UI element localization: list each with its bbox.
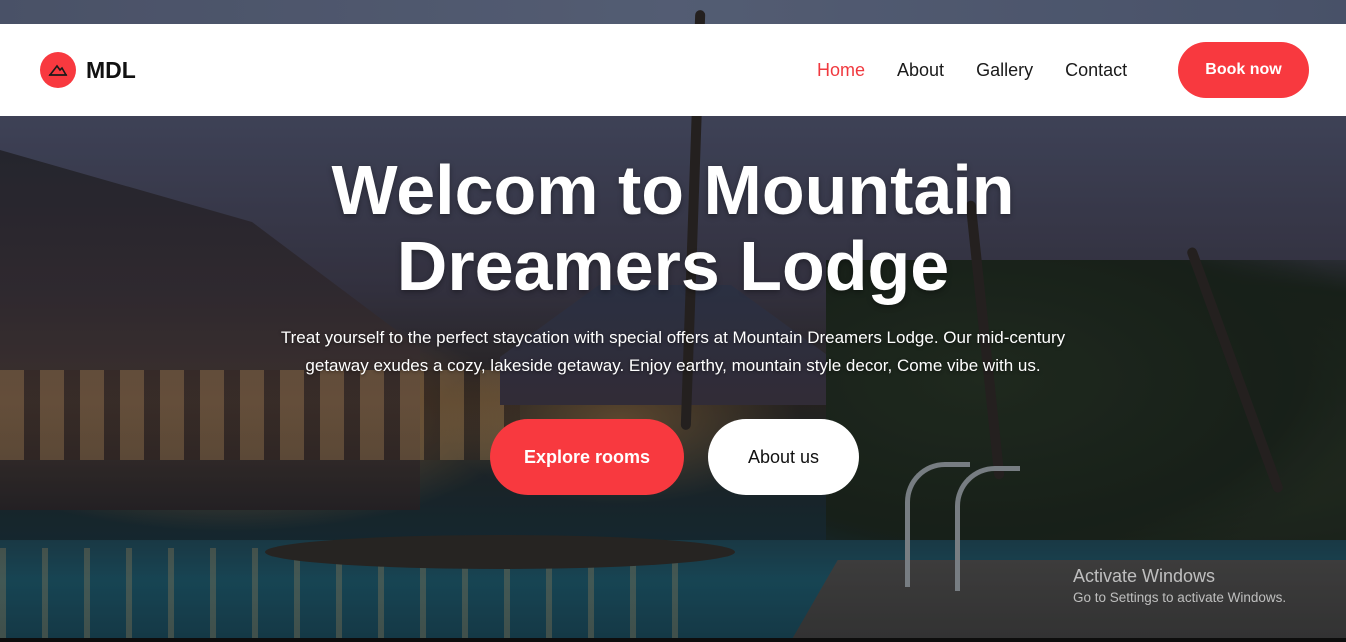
page: MDL Home About Gallery Contact Book now … [0, 0, 1346, 642]
hero-subtitle: Treat yourself to the perfect staycation… [250, 324, 1096, 380]
nav-home-link[interactable]: Home [817, 60, 865, 81]
about-us-button[interactable]: About us [708, 419, 859, 495]
nav-about-link[interactable]: About [897, 60, 944, 81]
activate-windows-watermark: Activate Windows Go to Settings to activ… [1073, 565, 1286, 607]
navbar: MDL Home About Gallery Contact Book now [0, 24, 1346, 116]
brand-name: MDL [86, 56, 136, 83]
watermark-title: Activate Windows [1073, 566, 1216, 586]
nav-links: Home About Gallery Contact [817, 60, 1159, 81]
mountain-logo-icon [40, 52, 76, 88]
book-now-button[interactable]: Book now [1178, 42, 1309, 98]
hero-title-line2: Dreamers Lodge [396, 227, 950, 305]
hero-title: Welcom to Mountain Dreamers Lodge [0, 152, 1346, 304]
hero-subtitle-line2: getaway exudes a cozy, lakeside getaway.… [305, 356, 1041, 375]
bottom-edge [0, 638, 1346, 642]
brand-link[interactable]: MDL [40, 52, 136, 88]
hero-title-line1: Welcom to Mountain [331, 151, 1015, 229]
watermark-subtitle: Go to Settings to activate Windows. [1073, 590, 1287, 605]
nav-contact-link[interactable]: Contact [1065, 60, 1127, 81]
explore-rooms-button[interactable]: Explore rooms [490, 419, 684, 495]
nav-gallery-link[interactable]: Gallery [976, 60, 1033, 81]
hero-subtitle-line1: Treat yourself to the perfect staycation… [280, 328, 1066, 347]
